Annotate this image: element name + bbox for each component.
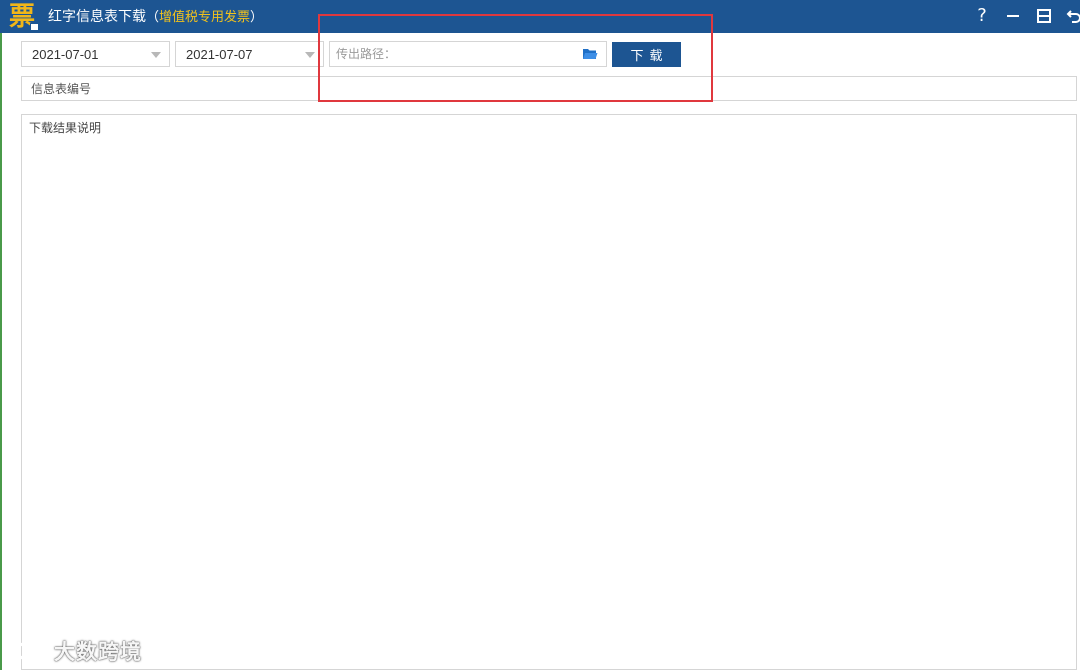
- back-button[interactable]: [1062, 4, 1080, 28]
- subtitle-open-paren: （: [146, 10, 160, 25]
- window-left-edge: [0, 33, 2, 670]
- download-result-panel: 下载结果说明: [21, 114, 1077, 670]
- export-path-input[interactable]: [329, 41, 607, 67]
- window-title: 红字信息表下载（增值税专用发票）: [48, 8, 263, 26]
- end-date-select[interactable]: 2021-07-07: [175, 41, 324, 67]
- download-result-label: 下载结果说明: [29, 121, 102, 135]
- restore-icon: [1037, 9, 1051, 23]
- help-button[interactable]: ?: [970, 4, 994, 28]
- watermark: 大数跨境: [8, 638, 142, 664]
- info-table-number-input[interactable]: [21, 76, 1077, 101]
- window-title-main: 红字信息表下载: [48, 9, 146, 25]
- back-arrow-icon: [1066, 10, 1080, 23]
- download-button[interactable]: 下载: [612, 42, 681, 67]
- title-bar: 票 红字信息表下载（增值税专用发票） ?: [0, 0, 1080, 33]
- subtitle-close-paren: ）: [250, 10, 264, 25]
- restore-button[interactable]: [1032, 4, 1056, 28]
- window-subtitle: 增值税专用发票: [159, 10, 251, 25]
- chevron-down-icon: [151, 52, 161, 58]
- end-date-value: 2021-07-07: [186, 47, 253, 62]
- chevron-down-icon: [305, 52, 315, 58]
- help-icon: ?: [977, 5, 987, 26]
- minimize-icon: [1007, 15, 1019, 17]
- start-date-select[interactable]: 2021-07-01: [21, 41, 170, 67]
- start-date-value: 2021-07-01: [32, 47, 99, 62]
- watermark-text: 大数跨境: [54, 640, 142, 664]
- watermark-logo-icon: [10, 641, 44, 660]
- minimize-button[interactable]: [1001, 4, 1025, 28]
- app-logo-corner: [30, 23, 39, 31]
- app-logo-icon: 票: [8, 3, 39, 31]
- folder-open-icon[interactable]: [582, 46, 598, 62]
